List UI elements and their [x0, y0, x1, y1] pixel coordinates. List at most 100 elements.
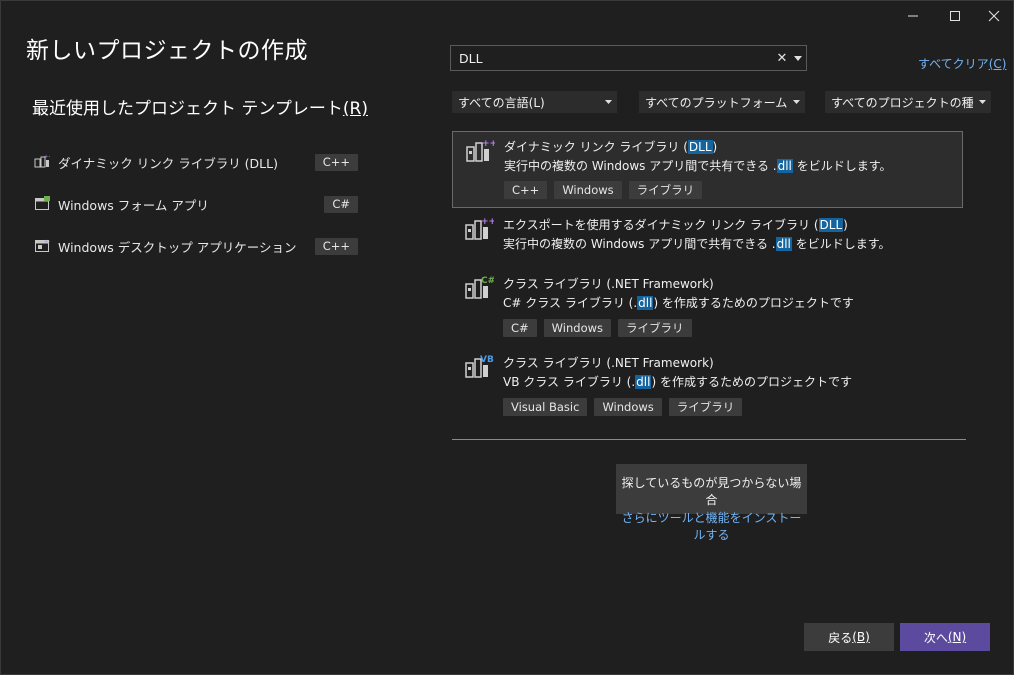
create-project-window: 新しいプロジェクトの作成 最近使用したプロジェクト テンプレート(R) ++ ダ… [0, 0, 1014, 675]
template-result-dll[interactable]: ++ ダイナミック リンク ライブラリ (DLL) 実行中の複数の Window… [452, 131, 963, 208]
svg-text:++: ++ [482, 139, 495, 149]
title-text: エクスポートを使用するダイナミック リンク ライブラリ ( [503, 218, 819, 232]
back-access-key: (B) [852, 630, 870, 644]
template-description: VB クラス ライブラリ (.dll) を作成するためのプロジェクトです [503, 373, 852, 390]
minimize-icon [908, 15, 918, 17]
tag-language: C# [503, 319, 537, 337]
recent-templates-heading: 最近使用したプロジェクト テンプレート(R) [32, 94, 368, 119]
dll-exports-template-icon: ++ [465, 217, 494, 240]
template-description: C# クラス ライブラリ (.dll) を作成するためのプロジェクトです [503, 294, 854, 311]
title-text: ) [712, 140, 718, 154]
winforms-app-icon [35, 196, 50, 210]
recent-item-dll[interactable]: ++ ダイナミック リンク ライブラリ (DLL) C++ [31, 141, 361, 183]
project-type-filter-label: すべてのプロジェクトの種類(... [831, 95, 973, 110]
tag-platform: Windows [543, 319, 612, 337]
template-title: クラス ライブラリ (.NET Framework) [503, 354, 714, 371]
search-input[interactable] [451, 50, 774, 66]
chevron-down-icon [978, 100, 986, 104]
chevron-down-icon [792, 100, 800, 104]
language-tag: C++ [314, 237, 358, 255]
template-result-class-library-vb[interactable]: VB クラス ライブラリ (.NET Framework) VB クラス ライブ… [452, 348, 963, 418]
desc-text: VB クラス ライブラリ (. [503, 375, 636, 389]
tag-project-type: ライブラリ [618, 319, 692, 337]
recent-item-winforms[interactable]: Windows フォーム アプリ C# [31, 183, 361, 225]
title-text: クラス ライブラリ (.NET Framework) [503, 277, 714, 291]
recent-heading-access-key: (R) [342, 99, 368, 119]
clear-all-text: すべてクリア [918, 57, 989, 71]
title-text: クラス ライブラリ (.NET Framework) [503, 356, 714, 370]
template-title: ダイナミック リンク ライブラリ (DLL) [504, 138, 717, 155]
recent-item-label: Windows フォーム アプリ [58, 197, 209, 213]
desc-text: ) を作成するためのプロジェクトです [653, 296, 854, 310]
svg-text:++: ++ [44, 239, 50, 245]
svg-text:C#: C# [481, 276, 494, 286]
svg-text:++: ++ [44, 154, 50, 160]
platform-filter-label: すべてのプラットフォーム(P) [645, 95, 787, 110]
title-text: ダイナミック リンク ライブラリ ( [504, 140, 688, 154]
next-label: 次へ [923, 630, 948, 645]
desc-text: をビルドします。 [791, 237, 891, 251]
recent-item-desktop-app[interactable]: ++ Windows デスクトップ アプリケーション C++ [31, 225, 361, 267]
template-description: 実行中の複数の Windows アプリ間で共有できる .dll をビルドします。 [503, 235, 891, 252]
clear-all-link[interactable]: すべてクリア(C) [918, 55, 1006, 72]
search-highlight: dll [776, 159, 793, 173]
back-button[interactable]: 戻る (B) [804, 623, 894, 651]
not-found-panel: 探しているものが見つからない場合 さらにツールと機能をインストールする [616, 464, 807, 542]
template-title: エクスポートを使用するダイナミック リンク ライブラリ (DLL) [503, 216, 848, 233]
search-history-dropdown[interactable] [790, 55, 806, 61]
search-highlight: dll [635, 375, 652, 389]
template-result-dll-exports[interactable]: ++ エクスポートを使用するダイナミック リンク ライブラリ (DLL) 実行中… [452, 210, 963, 258]
language-filter-dropdown[interactable]: すべての言語(L) [452, 91, 617, 113]
desc-text: C# クラス ライブラリ (. [503, 296, 638, 310]
template-tags: C++ Windows ライブラリ [504, 181, 703, 199]
tag-project-type: ライブラリ [668, 398, 743, 416]
recent-heading-text: 最近使用したプロジェクト テンプレート [32, 99, 343, 119]
template-tags: Visual Basic Windows ライブラリ [503, 398, 743, 416]
desc-text: 実行中の複数の Windows アプリ間で共有できる . [503, 237, 776, 251]
page-title: 新しいプロジェクトの作成 [26, 38, 308, 64]
chevron-down-icon [794, 55, 802, 61]
tag-language: Visual Basic [503, 398, 588, 416]
not-found-text: 探しているものが見つからない場合 [621, 476, 802, 507]
minimize-button[interactable] [892, 1, 934, 31]
dll-project-icon: ++ [34, 154, 50, 168]
vb-class-library-icon: VB [465, 355, 494, 378]
tag-platform: Windows [594, 398, 662, 416]
language-filter-label: すべての言語(L) [458, 95, 545, 110]
dll-template-icon: ++ [466, 139, 495, 162]
title-text: ) [843, 218, 848, 232]
desc-text: ) を作成するためのプロジェクトです [651, 375, 852, 389]
recent-item-label: ダイナミック リンク ライブラリ (DLL) [58, 155, 278, 171]
results-divider [452, 439, 966, 440]
csharp-class-library-icon: C# [465, 276, 494, 299]
platform-filter-dropdown[interactable]: すべてのプラットフォーム(P) [639, 91, 805, 113]
template-tags: C# Windows ライブラリ [503, 319, 692, 337]
search-highlight: DLL [818, 218, 844, 232]
language-tag: C++ [314, 153, 358, 171]
search-highlight: dll [775, 237, 792, 251]
tag-project-type: ライブラリ [628, 181, 703, 199]
template-title: クラス ライブラリ (.NET Framework) [503, 275, 714, 292]
tag-platform: Windows [554, 181, 622, 199]
recent-templates-list: ++ ダイナミック リンク ライブラリ (DLL) C++ Windows フォ… [31, 141, 361, 267]
chevron-down-icon [604, 100, 612, 104]
search-highlight: DLL [687, 140, 713, 154]
template-search-box[interactable]: ✕ [450, 45, 807, 71]
maximize-icon [950, 11, 960, 21]
back-label: 戻る [828, 630, 853, 645]
clear-all-access-key: (C) [988, 57, 1007, 71]
install-more-tools-link[interactable]: さらにツールと機能をインストールする [616, 509, 807, 543]
project-type-filter-dropdown[interactable]: すべてのプロジェクトの種類(... [825, 91, 991, 113]
svg-text:++: ++ [481, 217, 494, 227]
search-highlight: dll [637, 296, 654, 310]
maximize-button[interactable] [934, 1, 976, 31]
desc-text: をビルドします。 [792, 159, 892, 173]
close-icon [988, 10, 1000, 22]
close-button[interactable] [973, 1, 1014, 31]
svg-text:VB: VB [480, 355, 494, 365]
template-result-class-library-cs[interactable]: C# クラス ライブラリ (.NET Framework) C# クラス ライブ… [452, 269, 963, 339]
next-button[interactable]: 次へ (N) [900, 623, 990, 651]
recent-item-label: Windows デスクトップ アプリケーション [58, 239, 297, 255]
desktop-app-icon: ++ [35, 239, 50, 252]
clear-search-icon[interactable]: ✕ [774, 51, 790, 66]
